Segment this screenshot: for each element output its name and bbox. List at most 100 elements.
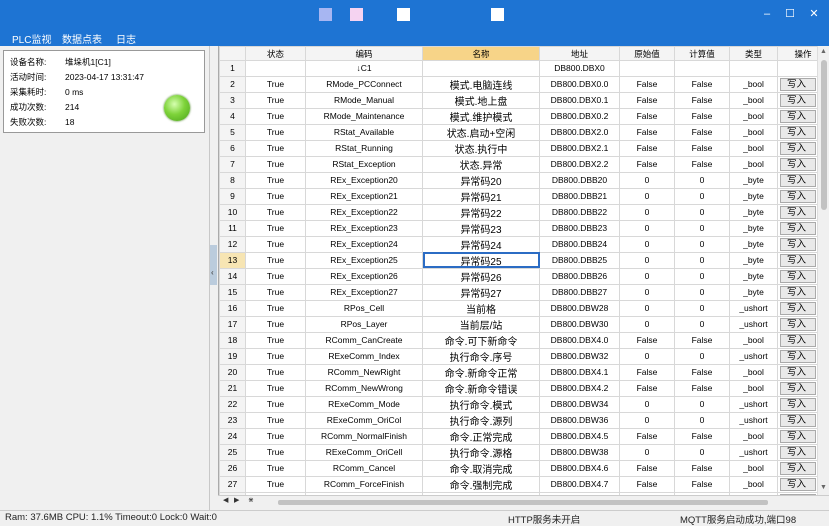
- cell-state[interactable]: True: [245, 299, 306, 317]
- cell-state[interactable]: True: [245, 203, 306, 221]
- cell-calc-value[interactable]: 0: [674, 267, 730, 285]
- cell-type[interactable]: _bool: [729, 123, 778, 141]
- cell-calc-value[interactable]: False: [674, 475, 730, 493]
- close-button[interactable]: ✕: [806, 6, 822, 22]
- row-number[interactable]: 9: [219, 187, 246, 205]
- scroll-up-icon[interactable]: ▲: [820, 48, 827, 55]
- row-number[interactable]: 20: [219, 363, 246, 381]
- cell-name[interactable]: 模式.地上盘: [422, 91, 540, 109]
- cell-calc-value[interactable]: 0: [674, 347, 730, 365]
- cell-calc-value[interactable]: False: [674, 75, 730, 93]
- cell-code[interactable]: RMode_Manual: [305, 91, 423, 109]
- cell-raw-value[interactable]: False: [619, 459, 675, 477]
- cell-state[interactable]: True: [245, 427, 306, 445]
- cell-type[interactable]: _ushort: [729, 315, 778, 333]
- write-button[interactable]: 写入: [780, 173, 816, 187]
- cell-address[interactable]: DB800.DBW32: [539, 347, 620, 365]
- cell-state[interactable]: True: [245, 379, 306, 397]
- row-number[interactable]: 3: [219, 91, 246, 109]
- row-number[interactable]: 1: [219, 60, 246, 77]
- row-number[interactable]: 19: [219, 347, 246, 365]
- cell-raw-value[interactable]: False: [619, 363, 675, 381]
- cell-address[interactable]: DB800.DBX4.0: [539, 331, 620, 349]
- cell-state[interactable]: True: [245, 347, 306, 365]
- cell-address[interactable]: DB800.DBW38: [539, 443, 620, 461]
- cell-type[interactable]: _bool: [729, 475, 778, 493]
- cell-code[interactable]: ↓C1: [305, 60, 423, 77]
- cell-code[interactable]: RExeComm_OriCell: [305, 443, 423, 461]
- cell-address[interactable]: DB800.DBW34: [539, 395, 620, 413]
- horizontal-scroll-thumb[interactable]: [278, 500, 768, 505]
- cell-calc-value[interactable]: False: [674, 459, 730, 477]
- write-button[interactable]: 写入: [780, 333, 816, 347]
- write-button[interactable]: 写入: [780, 413, 816, 427]
- row-number[interactable]: 14: [219, 267, 246, 285]
- write-button[interactable]: 写入: [780, 221, 816, 235]
- cell-calc-value[interactable]: [674, 60, 730, 77]
- cell-name[interactable]: 命令.可下新命令: [422, 331, 540, 349]
- cell-address[interactable]: DB800.DBB22: [539, 203, 620, 221]
- cell-address[interactable]: DB800.DBX4.7: [539, 475, 620, 493]
- cell-address[interactable]: DB800.DBX4.1: [539, 363, 620, 381]
- cell-code[interactable]: RComm_Cancel: [305, 459, 423, 477]
- cell-name[interactable]: 执行命令.模式: [422, 395, 540, 413]
- cell-address[interactable]: DB800.DBB25: [539, 251, 620, 269]
- cell-calc-value[interactable]: 0: [674, 299, 730, 317]
- row-number[interactable]: 2: [219, 75, 246, 93]
- scroll-thumb[interactable]: [821, 60, 827, 210]
- cell-type[interactable]: _ushort: [729, 395, 778, 413]
- cell-type[interactable]: _byte: [729, 235, 778, 253]
- row-number[interactable]: 22: [219, 395, 246, 413]
- table-row[interactable]: 10 True REx_Exception22 异常码22 DB800.DBB22 0 0 _…: [219, 203, 817, 221]
- cell-type[interactable]: _bool: [729, 75, 778, 93]
- cell-calc-value[interactable]: 0: [674, 187, 730, 205]
- cell-type[interactable]: _byte: [729, 283, 778, 301]
- cell-name[interactable]: 命令.取消完成: [422, 459, 540, 477]
- cell-state[interactable]: True: [245, 395, 306, 413]
- cell-state[interactable]: True: [245, 139, 306, 157]
- cell-code[interactable]: REx_Exception25: [305, 251, 423, 269]
- cell-address[interactable]: DB800.DBW28: [539, 299, 620, 317]
- cell-type[interactable]: _bool: [729, 155, 778, 173]
- table-row[interactable]: 2 True RMode_PCConnect 模式.电脑连线 DB800.DBX0.0 F…: [219, 75, 817, 93]
- cell-address[interactable]: DB800.DBB21: [539, 187, 620, 205]
- write-button[interactable]: 写入: [780, 477, 816, 491]
- cell-calc-value[interactable]: 0: [674, 395, 730, 413]
- new-sheet-icon[interactable]: ⋇: [248, 496, 254, 504]
- cell-code[interactable]: RComm_NewRight: [305, 363, 423, 381]
- row-number[interactable]: 5: [219, 123, 246, 141]
- cell-calc-value[interactable]: 0: [674, 203, 730, 221]
- cell-raw-value[interactable]: False: [619, 91, 675, 109]
- cell-type[interactable]: [729, 60, 778, 77]
- cell-address[interactable]: DB800.DBX2.0: [539, 123, 620, 141]
- cell-address[interactable]: DB800.DBX0.2: [539, 107, 620, 125]
- cell-address[interactable]: DB800.DBX2.2: [539, 155, 620, 173]
- menu-plc-monitor[interactable]: PLC监视: [12, 31, 51, 46]
- table-row[interactable]: 25 True RExeComm_OriCell 执行命令.源格 DB800.DBW38…: [219, 443, 817, 461]
- cell-name[interactable]: 异常码20: [422, 171, 540, 189]
- panel-splitter[interactable]: [210, 245, 217, 285]
- row-number[interactable]: 13: [219, 251, 246, 269]
- cell-name[interactable]: 执行命令.序号: [422, 347, 540, 365]
- cell-type[interactable]: _byte: [729, 219, 778, 237]
- row-number[interactable]: 10: [219, 203, 246, 221]
- cell-name[interactable]: 状态.异常: [422, 155, 540, 173]
- cell-type[interactable]: _bool: [729, 363, 778, 381]
- row-number[interactable]: 11: [219, 219, 246, 237]
- table-row[interactable]: 13 True REx_Exception25 异常码25 DB800.DBB25 0 0 _…: [219, 251, 817, 269]
- cell-raw-value[interactable]: 0: [619, 411, 675, 429]
- table-row[interactable]: 1 ↓C1 DB800.DBX0: [219, 60, 817, 77]
- write-button[interactable]: 写入: [780, 141, 816, 155]
- cell-raw-value[interactable]: 0: [619, 171, 675, 189]
- write-button[interactable]: 写入: [780, 77, 816, 91]
- cell-type[interactable]: _byte: [729, 187, 778, 205]
- cell-state[interactable]: True: [245, 267, 306, 285]
- cell-name[interactable]: 状态.启动+空闲: [422, 123, 540, 141]
- cell-code[interactable]: REx_Exception26: [305, 267, 423, 285]
- cell-name[interactable]: 模式.维护模式: [422, 107, 540, 125]
- cell-code[interactable]: RStat_Exception: [305, 155, 423, 173]
- table-row[interactable]: 14 True REx_Exception26 异常码26 DB800.DBB26 0 0 _…: [219, 267, 817, 285]
- cell-code[interactable]: REx_Exception20: [305, 171, 423, 189]
- cell-raw-value[interactable]: False: [619, 75, 675, 93]
- write-button[interactable]: 写入: [780, 205, 816, 219]
